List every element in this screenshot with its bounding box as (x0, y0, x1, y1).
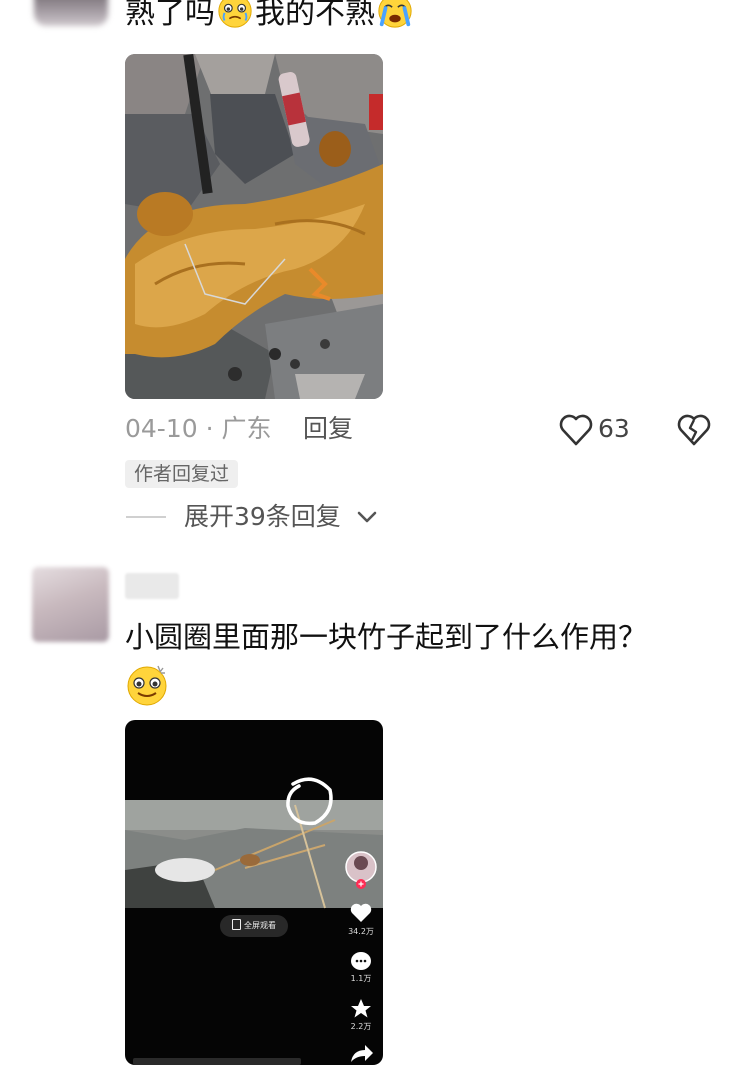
comment-text-part1: 熟了吗 (125, 0, 215, 31)
fullscreen-button[interactable]: 全屏观看 (220, 915, 288, 937)
comment-text: 小圆圈里面那一块竹子起到了什么作用？ (125, 620, 648, 654)
reply-button[interactable]: 回复 (303, 412, 353, 446)
avatar[interactable] (34, 0, 108, 26)
like-count: 63 (598, 414, 630, 443)
roast-chicken-photo (125, 54, 383, 399)
dizzy-face-emoji (127, 665, 167, 706)
video-favorite-count: 2.2万 (350, 1022, 372, 1031)
username-blurred[interactable] (125, 573, 179, 599)
crying-face-emoji (378, 0, 412, 28)
comment-image-video-screenshot[interactable]: 全屏观看 34.2万 1.1万 2.2万 (125, 720, 383, 1065)
comment-image-chicken[interactable] (125, 54, 383, 399)
tearful-face-emoji (218, 0, 252, 28)
chevron-down-icon[interactable] (355, 505, 379, 529)
broken-heart-icon[interactable] (676, 413, 712, 447)
avatar[interactable] (32, 567, 109, 642)
video-like-count: 34.2万 (348, 927, 374, 936)
expand-replies-button[interactable]: 展开39条回复 (184, 500, 341, 534)
fullscreen-label: 全屏观看 (244, 921, 276, 930)
fullscreen-icon (232, 919, 241, 930)
comment-text: 熟了吗 我的不熟 (125, 0, 415, 36)
comment-text-part2: 我的不熟 (255, 0, 375, 31)
river-video-frame (125, 777, 383, 1065)
video-comment-count: 1.1万 (350, 974, 372, 983)
author-replied-badge: 作者回复过 (125, 460, 239, 488)
heart-outline-icon[interactable] (558, 413, 594, 447)
divider (126, 516, 166, 518)
comment-date-location: 04-10 · 广东 (125, 414, 272, 443)
